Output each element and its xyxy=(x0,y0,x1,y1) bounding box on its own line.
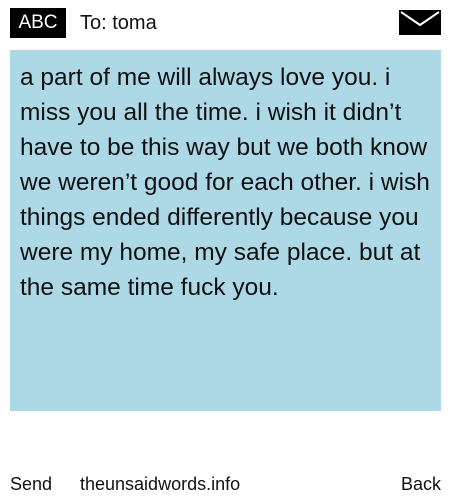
back-button[interactable]: Back xyxy=(401,470,441,498)
envelope-icon xyxy=(399,10,441,35)
message-text: a part of me will always love you. i mis… xyxy=(20,64,430,301)
send-button[interactable]: Send xyxy=(10,470,52,498)
message-screen: ABC To: toma a part of me will always lo… xyxy=(0,0,450,500)
recipient-label: To: toma xyxy=(80,12,157,34)
input-mode-badge[interactable]: ABC xyxy=(10,8,66,38)
message-body[interactable]: a part of me will always love you. i mis… xyxy=(10,50,441,411)
footer-bar: Send theunsaidwords.info Back xyxy=(0,470,450,498)
site-label: theunsaidwords.info xyxy=(80,474,241,494)
header-bar: ABC To: toma xyxy=(0,0,450,44)
